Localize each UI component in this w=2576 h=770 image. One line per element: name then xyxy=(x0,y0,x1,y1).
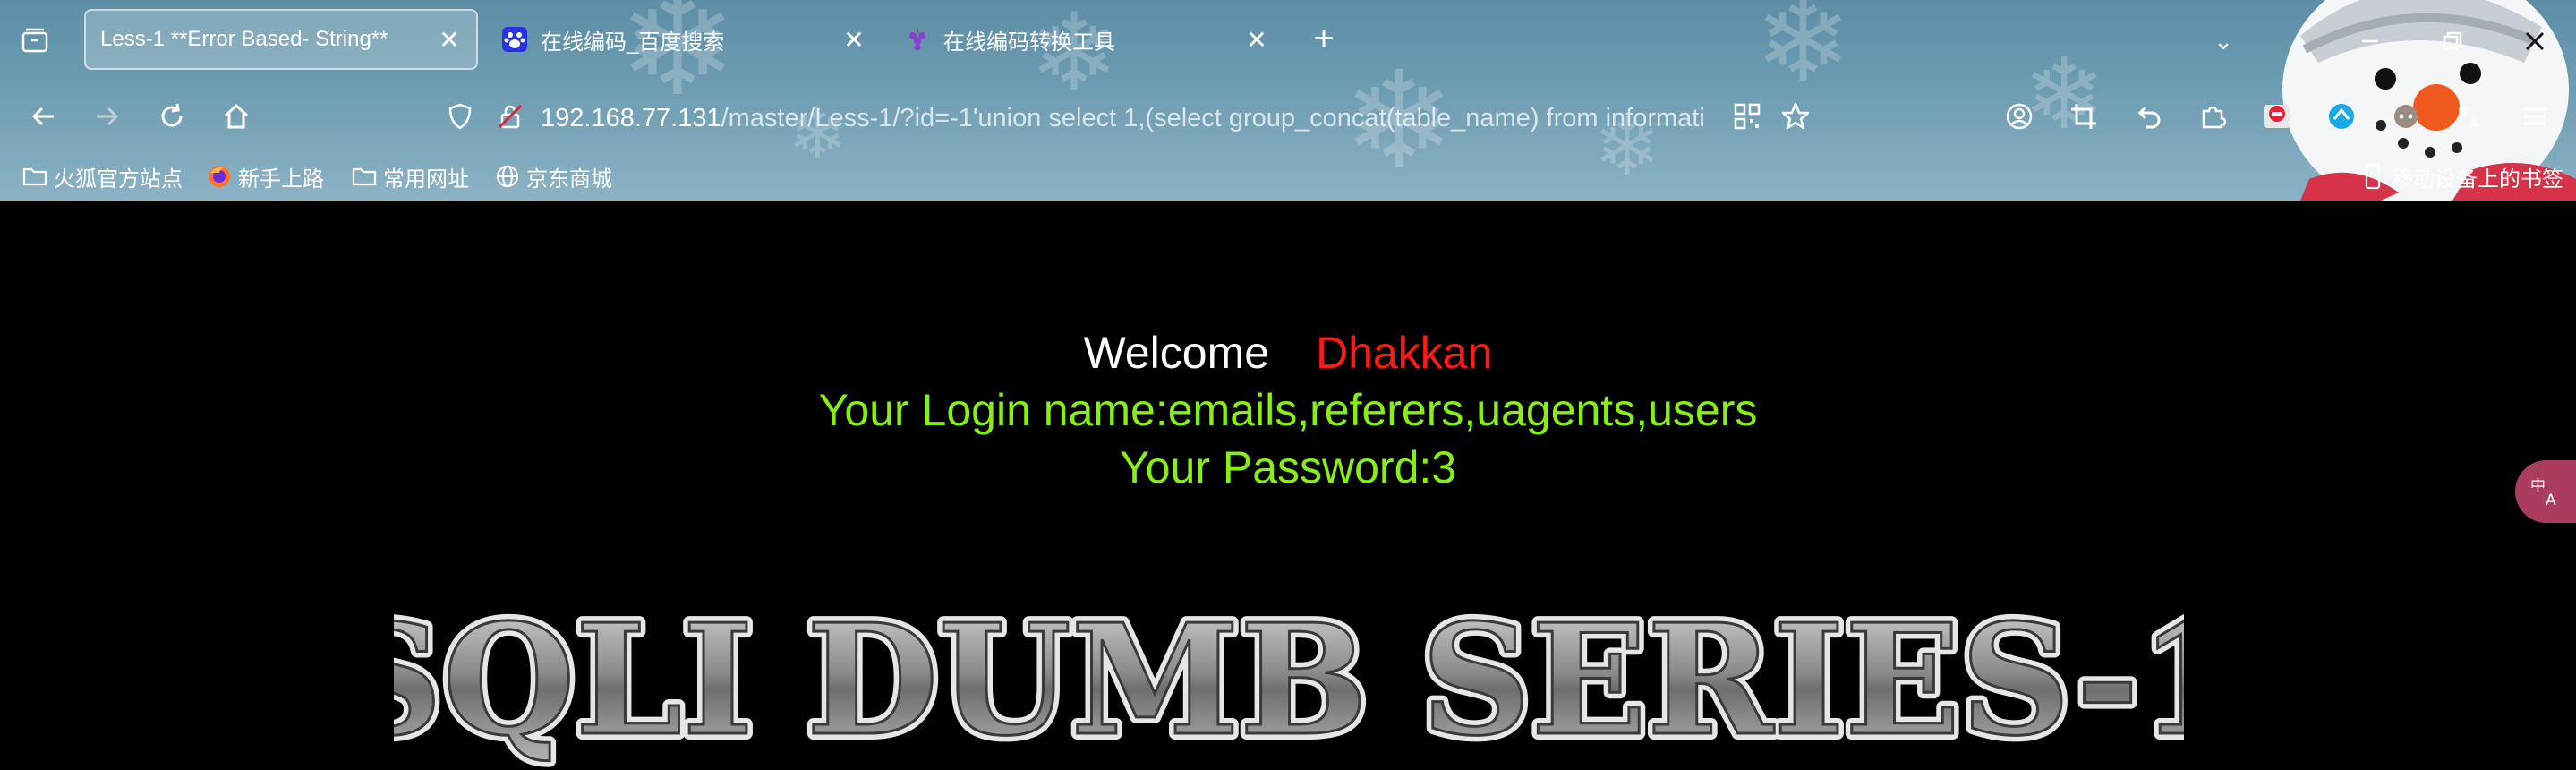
tracking-protection-button[interactable] xyxy=(439,95,482,138)
bookmark-firefox-official[interactable]: 火狐官方站点 xyxy=(21,161,183,192)
app-menu-button[interactable] xyxy=(2515,97,2555,136)
bookmark-label: 火狐官方站点 xyxy=(54,166,183,192)
bookmarks-toolbar: 火狐官方站点 新手上路 常用网址 京东商城 移动设备上的书签 xyxy=(0,152,2576,201)
mobile-device-icon xyxy=(2359,163,2386,190)
adblock-icon xyxy=(2264,105,2290,128)
arrow-left-icon xyxy=(31,107,54,126)
back-button[interactable] xyxy=(21,95,64,138)
welcome-line: Welcome Dhakkan xyxy=(0,326,2576,380)
translate-icon: 中A xyxy=(2530,477,2556,509)
bookmark-star-button[interactable] xyxy=(1776,97,1815,136)
login-name-text: Your Login name:emails,referers,uagents,… xyxy=(818,385,1758,435)
screenshot-button[interactable] xyxy=(2064,97,2103,136)
arrow-extension-icon xyxy=(2329,104,2354,129)
close-window-button[interactable] xyxy=(2515,21,2555,61)
undo-close-tab-button[interactable] xyxy=(2128,97,2168,136)
insecure-connection-button[interactable] xyxy=(489,95,532,138)
grape-icon xyxy=(904,26,931,53)
tab-baidu-search[interactable]: 在线编码_百度搜索 ✕ xyxy=(487,9,881,70)
hamburger-menu-icon xyxy=(2524,107,2546,125)
firefox-icon xyxy=(206,163,233,190)
qr-code-button[interactable] xyxy=(1727,97,1767,136)
mobile-bookmarks-label: 移动设备上的书签 xyxy=(2392,166,2563,192)
tab-title: 在线编码转换工具 xyxy=(943,30,1115,55)
close-tab-icon[interactable]: ✕ xyxy=(841,26,866,54)
reload-button[interactable] xyxy=(150,95,193,138)
dots-extension-icon xyxy=(2394,105,2418,128)
shield-icon xyxy=(448,103,472,130)
bookmark-getting-started[interactable]: 新手上路 xyxy=(206,161,324,192)
url-host: 192.168.77.131 xyxy=(541,104,721,133)
bookmark-jd-mall[interactable]: 京东商城 xyxy=(494,161,612,192)
svg-text:SQLI DUMB SERIES-1: SQLI DUMB SERIES-1 xyxy=(394,595,2184,770)
translate-extension-button[interactable] xyxy=(2322,97,2361,136)
svg-text:A: A xyxy=(2546,492,2556,509)
home-icon xyxy=(224,103,249,129)
tab-bar: Less-1 **Error Based- String** ✕ 在线编码_百度… xyxy=(0,0,2576,79)
folder-icon xyxy=(351,163,378,190)
extensions-button[interactable] xyxy=(2193,97,2232,136)
mobile-bookmarks[interactable]: 移动设备上的书签 xyxy=(2359,161,2563,192)
tab-title: 在线编码_百度搜索 xyxy=(541,30,725,55)
tab-overflow-chevron-icon[interactable]: ⌄ xyxy=(2204,21,2243,61)
arrow-right-icon xyxy=(97,107,119,126)
tab-encoding-tool[interactable]: 在线编码转换工具 ✕ xyxy=(890,9,1284,70)
user-name: Dhakkan xyxy=(1316,328,1493,378)
floating-translate-button[interactable]: 中A xyxy=(2515,460,2576,523)
home-button[interactable] xyxy=(215,95,258,138)
page-content: Welcome Dhakkan Your Login name:emails,re… xyxy=(0,201,2576,770)
password-text: Your Password:3 xyxy=(1119,442,1457,492)
welcome-text: Welcome xyxy=(1083,328,1270,378)
close-tab-icon[interactable]: ✕ xyxy=(1244,26,1269,54)
star-icon xyxy=(1781,102,1810,130)
puzzle-icon xyxy=(2202,106,2227,129)
minimize-window-button[interactable] xyxy=(2350,21,2390,61)
browser-chrome: ❄ ❄ ❄ ❄ ❄ ❄ ❄ Less-1 **Error Based- Stri… xyxy=(0,0,2576,201)
bookmark-label: 常用网址 xyxy=(383,166,469,192)
page-translate-button[interactable]: 中A xyxy=(2451,97,2490,136)
reload-icon xyxy=(161,103,183,127)
bookmark-common-sites[interactable]: 常用网址 xyxy=(351,161,469,192)
list-all-tabs-button[interactable] xyxy=(16,21,54,59)
svg-text:A: A xyxy=(2469,117,2478,131)
address-bar[interactable]: 192.168.77.131/master/Less-1/?id=-1'unio… xyxy=(541,100,1704,136)
account-button[interactable] xyxy=(2000,97,2039,136)
svg-text:中: 中 xyxy=(2458,106,2470,120)
account-icon xyxy=(2006,103,2033,130)
folder-icon xyxy=(21,163,48,190)
svg-text:中: 中 xyxy=(2530,477,2546,495)
qr-code-icon xyxy=(1734,103,1761,130)
new-tab-button[interactable]: + xyxy=(1305,19,1343,58)
baidu-paw-icon xyxy=(501,26,528,53)
adblock-extension-button[interactable] xyxy=(2257,97,2297,136)
bookmark-label: 京东商城 xyxy=(526,166,612,192)
tab-less-1[interactable]: Less-1 **Error Based- String** ✕ xyxy=(84,9,478,70)
url-text: 192.168.77.131/master/Less-1/?id=-1'unio… xyxy=(541,104,1704,133)
bookmark-label: 新手上路 xyxy=(238,166,324,192)
globe-icon xyxy=(494,163,521,190)
insecure-lock-icon xyxy=(498,104,523,129)
sqli-dumb-series-banner: SQLI DUMB SERIES-1 SQLI DUMB SERIES-1 xyxy=(394,595,2184,770)
extension-button[interactable] xyxy=(2386,97,2426,136)
crop-icon xyxy=(2071,104,2096,129)
navigation-bar: 192.168.77.131/master/Less-1/?id=-1'unio… xyxy=(0,79,2576,152)
undo-icon xyxy=(2137,106,2161,129)
tab-list-icon xyxy=(21,28,48,53)
tab-title: Less-1 **Error Based- String** xyxy=(100,27,388,51)
translate-icon: 中A xyxy=(2458,106,2478,131)
forward-button[interactable] xyxy=(86,95,129,138)
close-tab-icon[interactable]: ✕ xyxy=(437,26,462,54)
url-path: /master/Less-1/?id=-1'union select 1,(se… xyxy=(721,104,1704,133)
restore-window-button[interactable] xyxy=(2433,21,2472,61)
